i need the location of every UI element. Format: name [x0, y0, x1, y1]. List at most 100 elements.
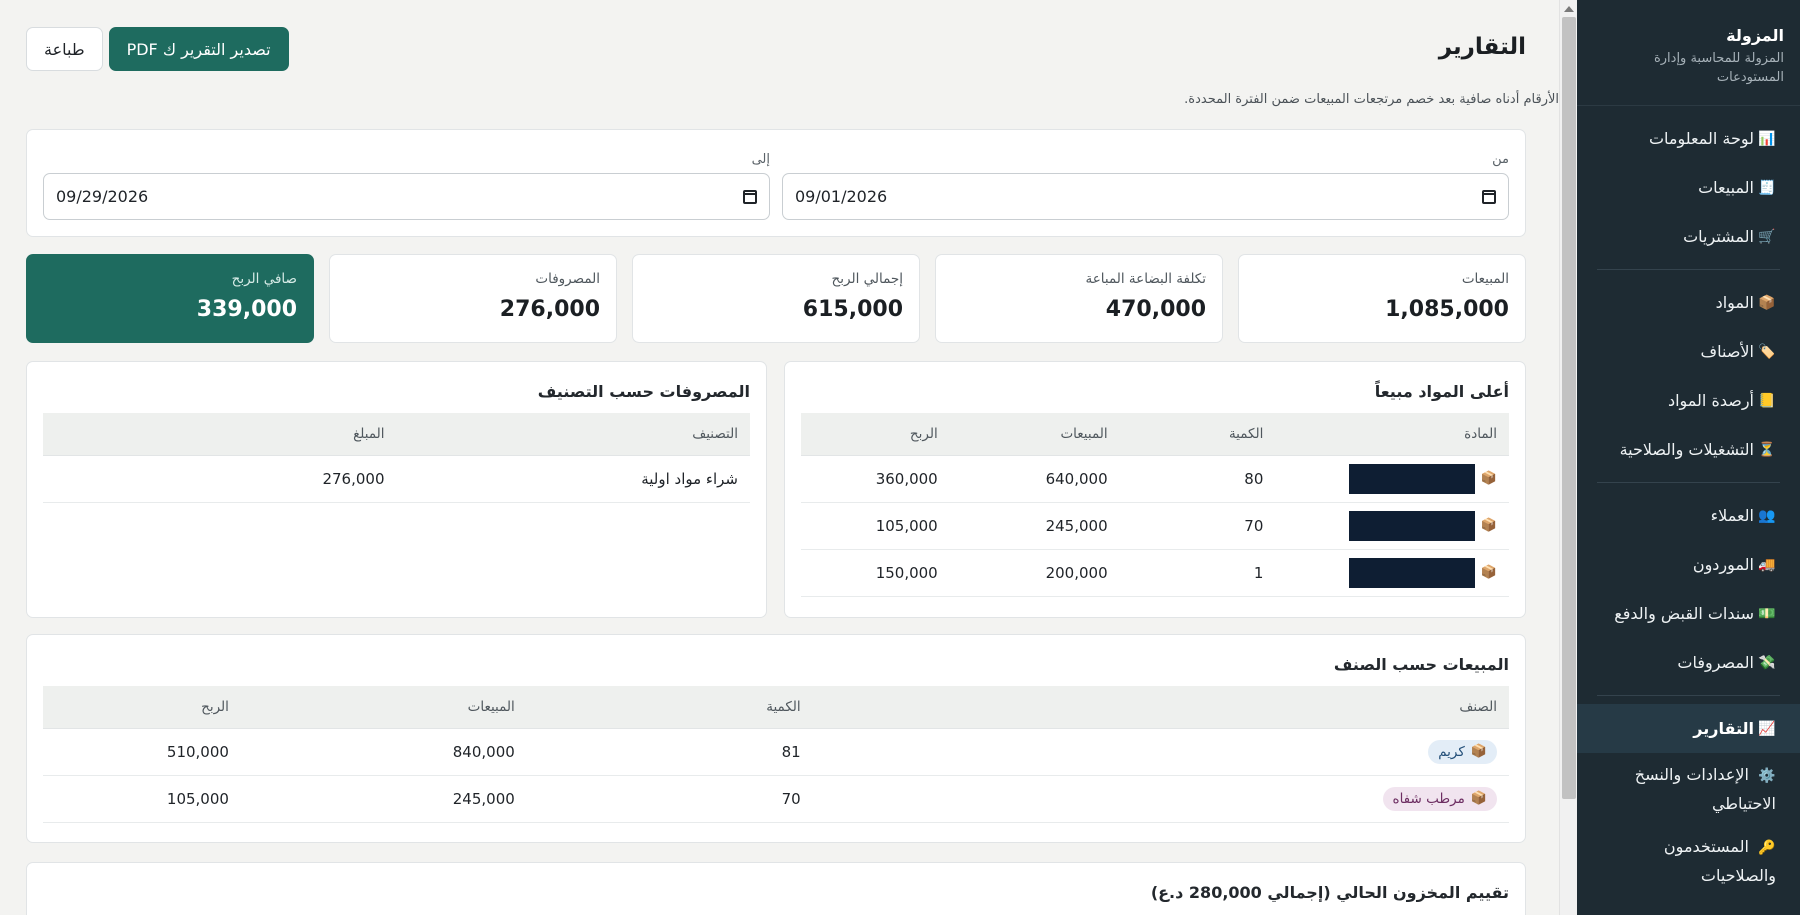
hourglass-icon: ⏳: [1758, 441, 1776, 458]
kpi-value: 615,000: [802, 297, 903, 322]
kpi-label: المبيعات: [1461, 271, 1509, 287]
sidebar-item-stock-balances[interactable]: 📒 أرصدة المواد: [1577, 376, 1800, 425]
top-items-card: أعلى المواد مبيعاً المادة الكمية المبيعا…: [784, 361, 1526, 618]
table-row: 📦 80 640,000 360,000: [801, 455, 1509, 503]
page-note: الأرقام أدناه صافية بعد خصم مرتجعات المب…: [1184, 92, 1559, 107]
kpi-value: 470,000: [1105, 297, 1206, 322]
sidebar-item-label: لوحة المعلومات: [1648, 129, 1754, 148]
sidebar-item-dashboard[interactable]: 📊 لوحة المعلومات: [1577, 114, 1800, 163]
expenses-by-category-card: المصروفات حسب التصنيف التصنيف المبلغ شرا…: [26, 361, 767, 618]
category-badge-label: كريم: [1438, 743, 1465, 760]
column-header: الربح: [801, 413, 950, 456]
scrollbar-thumb[interactable]: [1562, 17, 1576, 799]
page-title: التقارير: [1438, 34, 1526, 60]
from-date-input[interactable]: 09/01/2026: [782, 173, 1509, 220]
redacted-item-name: [1348, 557, 1475, 588]
table-header-row: التصنيف المبلغ: [43, 413, 750, 456]
column-header: الكمية: [1119, 413, 1276, 456]
ledger-icon: 📒: [1758, 392, 1776, 409]
nav-divider: [1597, 695, 1780, 696]
table-row: 📦 70 245,000 105,000: [801, 502, 1509, 550]
column-header: المبيعات: [240, 686, 527, 729]
users-icon: 👥: [1758, 507, 1776, 524]
table-row: 📦 مرطب شفاه 70 245,000 105,000: [43, 775, 1509, 823]
sidebar-item-label: سندات القبض والدفع: [1614, 604, 1754, 623]
sidebar-item-vouchers[interactable]: 💵 سندات القبض والدفع: [1577, 589, 1800, 638]
profit-cell: 105,000: [43, 775, 241, 823]
table-header-row: المادة الكمية المبيعات الربح: [801, 413, 1509, 456]
nav-group-main: 📊 لوحة المعلومات 🧾 المبيعات 🛒 المشتريات: [1577, 106, 1800, 261]
sidebar-item-materials[interactable]: 📦 المواد: [1577, 278, 1800, 327]
sidebar-item-users-permissions[interactable]: 🔑 المستخدمون والصلاحيات: [1577, 825, 1800, 897]
to-date-group: إلى 09/29/2026: [43, 152, 770, 220]
expenses-title: المصروفات حسب التصنيف: [537, 382, 750, 401]
to-date-label: إلى: [751, 152, 770, 167]
inventory-valuation-title: تقييم المخزون الحالي (إجمالي 280,000 د.ع…: [1150, 883, 1509, 902]
item-cell: 📦: [1275, 455, 1509, 503]
page-scrollbar[interactable]: [1559, 0, 1577, 915]
kpi-gross-profit: إجمالي الربح 615,000: [632, 254, 920, 343]
sidebar-item-categories[interactable]: 🏷️ الأصناف: [1577, 327, 1800, 376]
table-row: شراء مواد اولية 276,000: [43, 455, 750, 503]
sidebar-item-label: العملاء: [1710, 506, 1754, 525]
sales-cell: 245,000: [240, 775, 527, 823]
column-header: المبيعات: [949, 413, 1120, 456]
kpi-label: إجمالي الربح: [831, 271, 903, 287]
item-cell: 📦: [1275, 502, 1509, 550]
sidebar-item-batches-expiry[interactable]: ⏳ التشغيلات والصلاحية: [1577, 425, 1800, 474]
nav-divider: [1597, 269, 1780, 270]
profit-cell: 150,000: [801, 549, 950, 597]
column-header: المادة: [1275, 413, 1509, 456]
tag-icon: 🏷️: [1758, 343, 1776, 360]
sidebar-item-suppliers[interactable]: 🚚 الموردون: [1577, 540, 1800, 589]
profit-cell: 510,000: [43, 728, 241, 776]
sidebar-item-label: الأصناف: [1700, 342, 1754, 361]
to-date-input[interactable]: 09/29/2026: [43, 173, 770, 220]
kpi-value: 339,000: [196, 297, 297, 322]
sidebar-item-text: الإعدادات والنسخ الاحتياطي: [1634, 765, 1776, 813]
nav-group-admin: 📈 التقارير ⚙️ الإعدادات والنسخ الاحتياطي…: [1577, 704, 1800, 897]
brand: المزولة المزولة للمحاسبة وإدارة المستودع…: [1577, 0, 1800, 106]
box-icon: 📦: [1480, 565, 1497, 580]
sidebar-item-expenses[interactable]: 💸 المصروفات: [1577, 638, 1800, 687]
table-header-row: الصنف الكمية المبيعات الربح: [43, 686, 1509, 729]
sales-by-category-table: الصنف الكمية المبيعات الربح 📦 كريم 81 84…: [43, 686, 1509, 823]
sales-by-category-card: المبيعات حسب الصنف الصنف الكمية المبيعات…: [26, 634, 1526, 843]
sidebar-item-label: الموردون: [1692, 555, 1754, 574]
sales-cell: 640,000: [949, 455, 1120, 503]
table-row: 📦 1 200,000 150,000: [801, 549, 1509, 597]
calendar-icon[interactable]: [743, 189, 757, 204]
qty-cell: 1: [1119, 549, 1276, 597]
export-pdf-button[interactable]: تصدير التقرير ك PDF: [108, 27, 289, 71]
print-button[interactable]: طباعة: [26, 27, 103, 71]
kpi-cogs: تكلفة البضاعة المباعة 470,000: [935, 254, 1223, 343]
from-date-value: 09/01/2026: [795, 187, 888, 206]
box-icon: 📦: [1480, 471, 1497, 486]
sidebar-item-reports[interactable]: 📈 التقارير: [1577, 704, 1800, 753]
sidebar-item-label: المبيعات: [1698, 178, 1754, 197]
sidebar-item-settings-backup[interactable]: ⚙️ الإعدادات والنسخ الاحتياطي: [1577, 753, 1800, 825]
category-badge: 📦 كريم: [1428, 739, 1497, 764]
from-date-label: من: [1492, 152, 1509, 167]
sidebar-item-label: 🔑 المستخدمون والصلاحيات: [1589, 833, 1776, 889]
sidebar-item-customers[interactable]: 👥 العملاء: [1577, 491, 1800, 540]
qty-cell: 81: [526, 728, 813, 776]
sidebar-item-purchases[interactable]: 🛒 المشتريات: [1577, 212, 1800, 261]
scroll-up-arrow-icon[interactable]: [1564, 6, 1574, 12]
box-icon: 📦: [1480, 518, 1497, 533]
profit-cell: 360,000: [801, 455, 950, 503]
calendar-icon[interactable]: [1482, 189, 1496, 204]
top-items-title: أعلى المواد مبيعاً: [1374, 382, 1509, 401]
header-actions: طباعة تصدير التقرير ك PDF: [26, 27, 289, 71]
category-badge-label: مرطب شفاه: [1392, 790, 1465, 807]
box-icon: 📦: [1470, 744, 1487, 759]
top-items-table: المادة الكمية المبيعات الربح 📦 80 640,00…: [801, 413, 1509, 597]
sidebar-item-label: المصروفات: [1677, 653, 1754, 672]
kpi-value: 1,085,000: [1385, 297, 1509, 322]
sidebar-item-sales[interactable]: 🧾 المبيعات: [1577, 163, 1800, 212]
sidebar-item-label: أرصدة المواد: [1667, 391, 1754, 410]
gear-icon: ⚙️: [1758, 768, 1776, 784]
inventory-valuation-card: تقييم المخزون الحالي (إجمالي 280,000 د.ع…: [26, 862, 1526, 915]
column-header: الربح: [43, 686, 241, 729]
qty-cell: 80: [1119, 455, 1276, 503]
